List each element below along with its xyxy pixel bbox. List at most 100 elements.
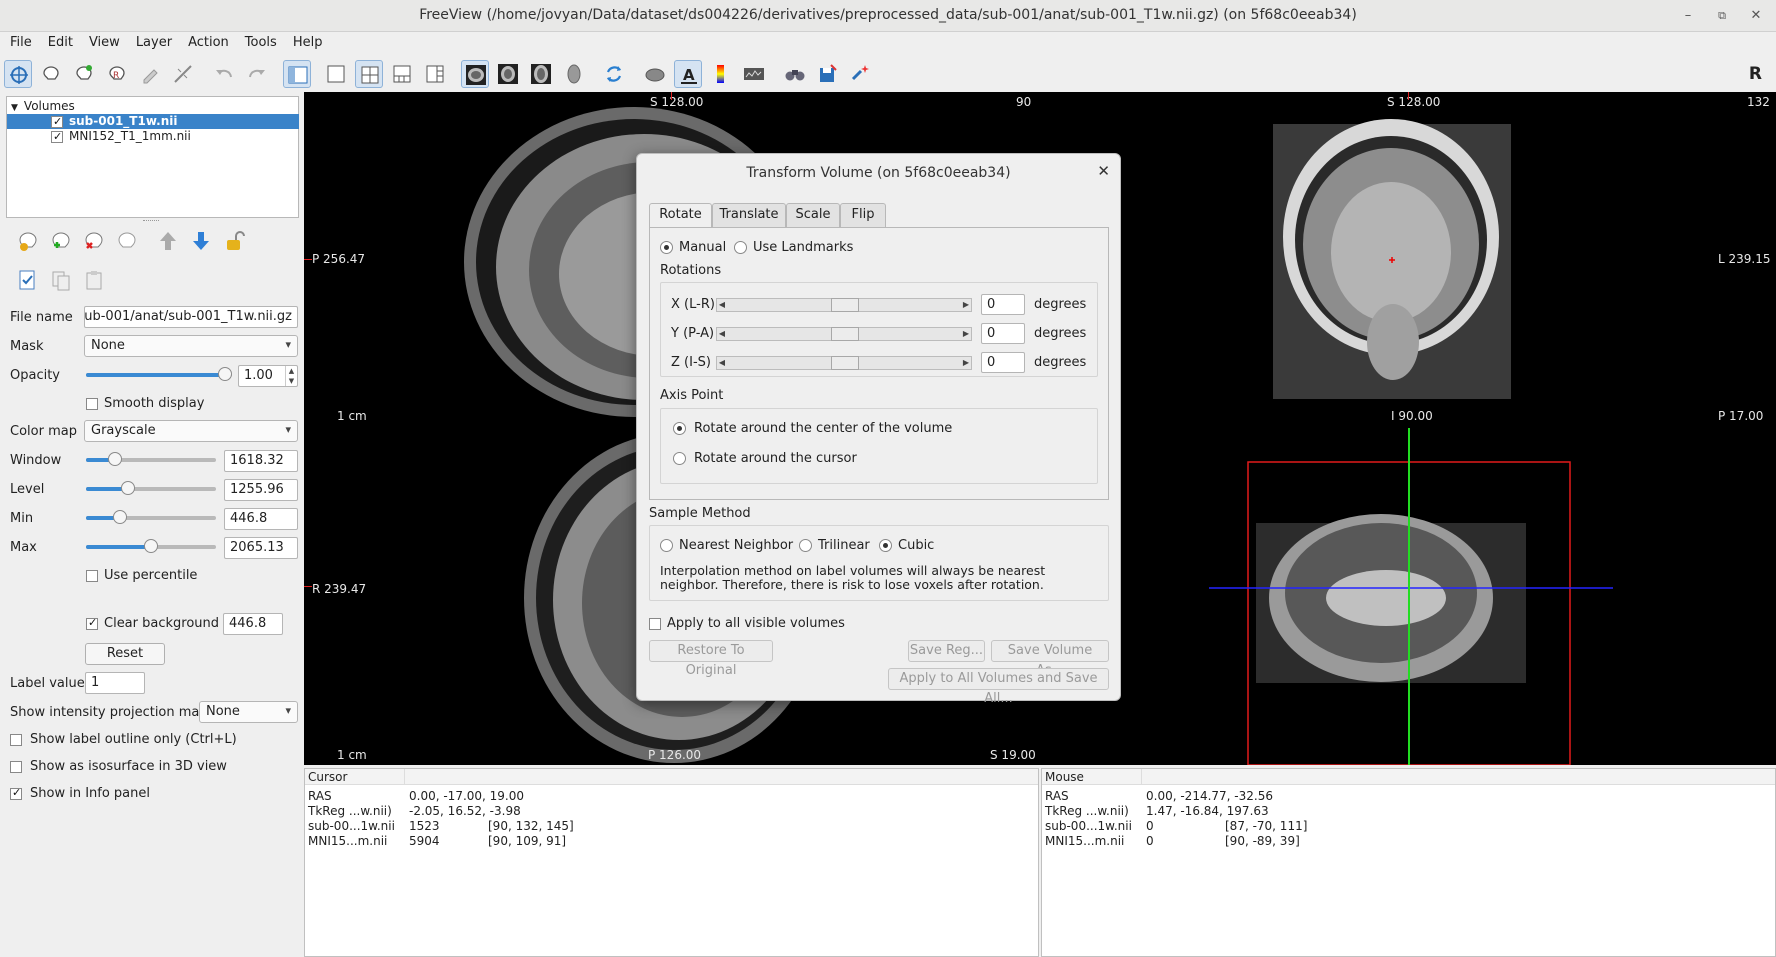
level-field[interactable]: 1255.96 bbox=[224, 479, 298, 501]
restore-original-button[interactable]: Restore To Original bbox=[649, 640, 773, 678]
sagittal-view-icon[interactable] bbox=[461, 60, 489, 88]
spin-arrows-icon[interactable]: ▲ ▼ bbox=[285, 366, 297, 386]
smooth-display-row[interactable]: Smooth display bbox=[86, 396, 204, 411]
menu-tools[interactable]: Tools bbox=[235, 32, 283, 50]
apply-visible-row[interactable]: Apply to all visible volumes bbox=[649, 616, 845, 631]
axial-view-icon[interactable] bbox=[527, 60, 555, 88]
tab-translate[interactable]: Translate bbox=[712, 203, 786, 227]
clear-background-row[interactable]: Clear background bbox=[86, 616, 219, 631]
reset-button[interactable]: Reset bbox=[85, 643, 165, 665]
opacity-spinbox[interactable]: 1.00 ▲ ▼ bbox=[238, 365, 298, 387]
maximize-icon[interactable]: ⧉ bbox=[1712, 6, 1732, 26]
ruler-icon[interactable] bbox=[169, 60, 197, 88]
save-reg-button[interactable]: Save Reg... bbox=[908, 640, 985, 662]
layout-2x2-icon[interactable] bbox=[355, 60, 383, 88]
info-value[interactable]: -2.05, 16.52, -3.98 bbox=[409, 804, 521, 818]
max-field[interactable]: 2065.13 bbox=[224, 537, 298, 559]
label-outline-row[interactable]: Show label outline only (Ctrl+L) bbox=[10, 732, 237, 747]
min-field[interactable]: 446.8 bbox=[224, 508, 298, 530]
save-volume-icon[interactable] bbox=[115, 229, 139, 253]
isosurface-row[interactable]: Show as isosurface in 3D view bbox=[10, 759, 227, 774]
minimize-icon[interactable]: – bbox=[1678, 6, 1698, 26]
menu-file[interactable]: File bbox=[0, 32, 38, 50]
close-volume-icon[interactable] bbox=[82, 229, 106, 253]
layer-visible-checkbox[interactable] bbox=[51, 114, 63, 129]
manual-radio[interactable] bbox=[660, 241, 673, 254]
layer-visible-checkbox[interactable] bbox=[51, 129, 63, 144]
slider-thumb[interactable] bbox=[831, 356, 859, 370]
manual-radio-row[interactable]: Manual bbox=[660, 240, 726, 255]
cubic-radio-row[interactable]: Cubic bbox=[879, 538, 934, 553]
projection-map-select[interactable]: None bbox=[199, 701, 298, 723]
expand-arrow-icon[interactable]: ▼ bbox=[11, 103, 18, 113]
label-outline-checkbox[interactable] bbox=[10, 733, 22, 746]
undo-icon[interactable] bbox=[210, 60, 238, 88]
coronal-view-icon[interactable] bbox=[494, 60, 522, 88]
rotate-x-field[interactable]: 0 bbox=[981, 294, 1025, 315]
show-annotation-icon[interactable]: A bbox=[674, 60, 702, 88]
transform-sparkle-icon[interactable] bbox=[847, 60, 875, 88]
layer-group-volumes[interactable]: ▼ Volumes bbox=[11, 99, 299, 114]
dialog-close-icon[interactable]: ✕ bbox=[1097, 162, 1110, 180]
apply-visible-checkbox[interactable] bbox=[649, 617, 661, 630]
slider-right-arrow-icon[interactable]: ▶ bbox=[961, 357, 971, 369]
rotate-x-slider[interactable]: ◀ ▶ bbox=[716, 298, 972, 312]
use-landmarks-radio-row[interactable]: Use Landmarks bbox=[734, 240, 853, 255]
rotate-z-field[interactable]: 0 bbox=[981, 352, 1025, 373]
3d-view-icon[interactable] bbox=[560, 60, 588, 88]
clear-background-field[interactable]: 446.8 bbox=[223, 613, 283, 635]
point-set-edit-icon[interactable] bbox=[136, 60, 164, 88]
slider-thumb[interactable] bbox=[831, 327, 859, 341]
smooth-display-checkbox[interactable] bbox=[86, 397, 98, 410]
view-coronal[interactable]: S 128.00 132 L 239.15 I 90.00 P 17.00 bbox=[1041, 92, 1776, 426]
rotate-z-slider[interactable]: ◀ ▶ bbox=[716, 356, 972, 370]
rotate-y-field[interactable]: 0 bbox=[981, 323, 1025, 344]
use-percentile-checkbox[interactable] bbox=[86, 569, 98, 582]
rotate-cursor-row[interactable]: Rotate around the cursor bbox=[673, 451, 857, 466]
lock-icon[interactable] bbox=[222, 229, 246, 253]
nearest-radio-row[interactable]: Nearest Neighbor bbox=[660, 538, 793, 553]
rotate-center-row[interactable]: Rotate around the center of the volume bbox=[673, 421, 952, 436]
save-volume-as-button[interactable]: Save Volume As... bbox=[991, 640, 1109, 678]
info-panel-checkbox[interactable] bbox=[10, 786, 22, 800]
redo-icon[interactable] bbox=[243, 60, 271, 88]
layout-1-3-icon[interactable] bbox=[388, 60, 416, 88]
use-landmarks-radio[interactable] bbox=[734, 241, 747, 254]
info-panel-row[interactable]: Show in Info panel bbox=[10, 786, 150, 801]
binoculars-icon[interactable] bbox=[781, 60, 809, 88]
slider-left-arrow-icon[interactable]: ◀ bbox=[717, 299, 727, 311]
slider-left-arrow-icon[interactable]: ◀ bbox=[717, 357, 727, 369]
info-value[interactable]: 0 bbox=[1146, 819, 1154, 833]
mask-select[interactable]: None bbox=[84, 335, 298, 357]
menu-edit[interactable]: Edit bbox=[38, 32, 79, 50]
roi-edit-icon[interactable]: R bbox=[103, 60, 131, 88]
layout-1x1-icon[interactable] bbox=[322, 60, 350, 88]
clear-background-checkbox[interactable] bbox=[86, 616, 98, 630]
info-value[interactable]: 1.47, -16.84, 197.63 bbox=[1146, 804, 1269, 818]
layer-item-mni152[interactable]: MNI152_T1_1mm.nii bbox=[7, 129, 299, 144]
slider-thumb[interactable] bbox=[831, 298, 859, 312]
new-volume-icon[interactable] bbox=[16, 229, 40, 253]
info-value[interactable]: 5904 bbox=[409, 834, 440, 848]
colormap-select[interactable]: Grayscale bbox=[84, 420, 298, 442]
trilinear-radio-row[interactable]: Trilinear bbox=[799, 538, 870, 553]
menu-help[interactable]: Help bbox=[283, 32, 329, 50]
rotate-y-slider[interactable]: ◀ ▶ bbox=[716, 327, 972, 341]
menu-view[interactable]: View bbox=[79, 32, 126, 50]
splitter-handle[interactable] bbox=[143, 220, 159, 223]
info-value[interactable]: 0.00, -214.77, -32.56 bbox=[1146, 789, 1273, 803]
close-window-icon[interactable]: ✕ bbox=[1746, 6, 1766, 26]
rotate-center-radio[interactable] bbox=[673, 422, 686, 435]
rotate-cursor-radio[interactable] bbox=[673, 452, 686, 465]
slider-right-arrow-icon[interactable]: ▶ bbox=[961, 328, 971, 340]
brain-surface-icon[interactable] bbox=[641, 60, 669, 88]
colorbar-icon[interactable] bbox=[707, 60, 735, 88]
window-field[interactable]: 1618.32 bbox=[224, 450, 298, 472]
cubic-radio[interactable] bbox=[879, 539, 892, 552]
use-percentile-row[interactable]: Use percentile bbox=[86, 568, 197, 583]
opacity-slider[interactable] bbox=[86, 367, 232, 381]
slider-left-arrow-icon[interactable]: ◀ bbox=[717, 328, 727, 340]
label-value-field[interactable]: 1 bbox=[85, 672, 145, 694]
save-screenshot-icon[interactable] bbox=[814, 60, 842, 88]
layer-item-sub-001[interactable]: sub-001_T1w.nii bbox=[7, 114, 299, 129]
